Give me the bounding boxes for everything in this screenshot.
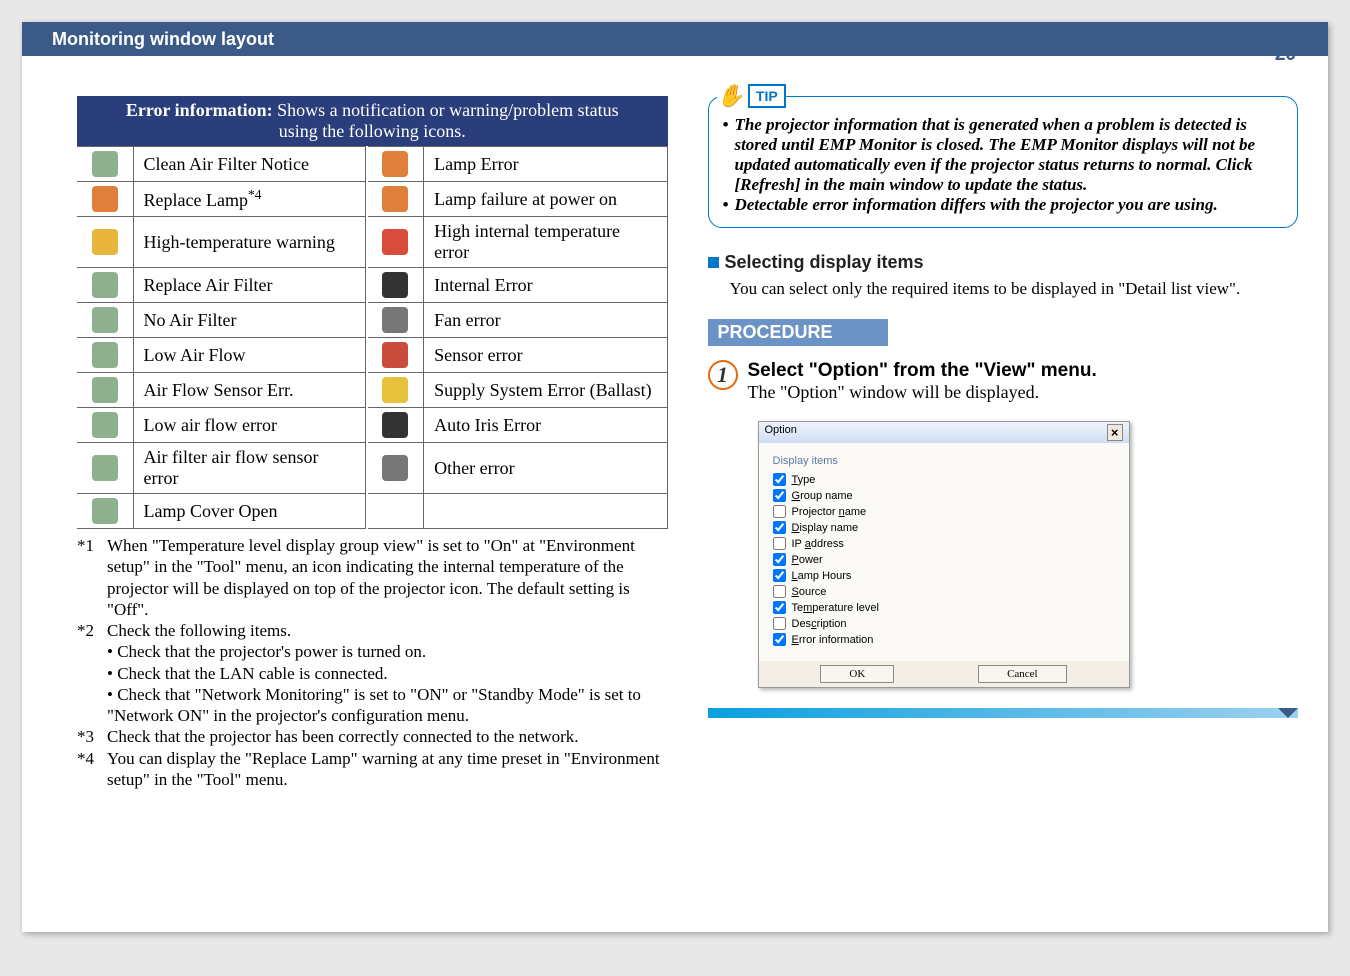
option-item[interactable]: Source [773,585,1115,598]
error-label: Air Flow Sensor Err. [133,373,366,408]
option-checkbox[interactable] [773,553,786,566]
error-label: Lamp failure at power on [424,182,667,217]
error-label: Air filter air flow sensor error [133,443,366,494]
option-label: Type [792,474,816,486]
section-body: You can select only the required items t… [730,279,1299,299]
option-checkbox[interactable] [773,585,786,598]
option-heading: Display items [773,455,1115,467]
option-dialog: Option × Display items Type Group name Pro… [758,421,1130,688]
error-info-table: Clean Air Filter Notice Lamp Error Replace… [77,146,668,529]
error-icon [92,377,118,403]
option-label: Power [792,554,823,566]
error-label: Other error [424,443,667,494]
error-icon [92,307,118,333]
error-label: High internal temperature error [424,217,667,268]
option-item[interactable]: Projector name [773,505,1115,518]
error-icon [92,151,118,177]
option-checkbox[interactable] [773,489,786,502]
option-checkbox[interactable] [773,505,786,518]
option-label: Temperature level [792,602,879,614]
option-item[interactable]: Power [773,553,1115,566]
page-title: Monitoring window layout [22,22,1328,56]
option-label: Lamp Hours [792,570,852,582]
error-icon [92,455,118,481]
option-titlebar: Option × [759,422,1129,443]
option-item[interactable]: Type [773,473,1115,486]
footnotes: *1When "Temperature level display group … [77,535,668,790]
option-checkbox[interactable] [773,617,786,630]
option-checkbox[interactable] [773,521,786,534]
error-label: Replace Lamp*4 [133,182,366,217]
page-number: 20 [1275,44,1296,66]
error-icon [92,498,118,524]
error-icon [92,186,118,212]
option-checkbox[interactable] [773,601,786,614]
option-label: Display name [792,522,859,534]
error-label: Replace Air Filter [133,268,366,303]
option-item[interactable]: Lamp Hours [773,569,1115,582]
right-column: ✋ TIP The projector information that is … [708,96,1299,790]
option-checkbox[interactable] [773,473,786,486]
left-column: Error information: Shows a notification … [77,96,668,790]
page: Monitoring window layout 20 Error inform… [22,22,1328,932]
error-label: High-temperature warning [133,217,366,268]
tip-panel: ✋ TIP The projector information that is … [708,96,1299,228]
triangle-icon [1278,708,1298,718]
error-icon [92,272,118,298]
close-icon[interactable]: × [1107,424,1123,441]
error-label: Low Air Flow [133,338,366,373]
ok-button[interactable]: OK [820,665,894,683]
option-label: Group name [792,490,853,502]
option-item[interactable]: Display name [773,521,1115,534]
option-item[interactable]: Error information [773,633,1115,646]
option-label: IP address [792,538,844,550]
option-label: Projector name [792,506,867,518]
option-label: Error information [792,634,874,646]
option-label: Source [792,586,827,598]
error-icon [92,229,118,255]
error-label: No Air Filter [133,303,366,338]
error-label: Internal Error [424,268,667,303]
error-label: Low air flow error [133,408,366,443]
error-label: Auto Iris Error [424,408,667,443]
cancel-button[interactable]: Cancel [978,665,1067,683]
error-label: Sensor error [424,338,667,373]
error-label: Lamp Cover Open [133,494,366,529]
option-item[interactable]: IP address [773,537,1115,550]
error-info-heading: Error information: Shows a notification … [77,96,668,146]
error-icon [92,342,118,368]
tip-icon: ✋ [717,83,744,109]
error-label: Clean Air Filter Notice [133,147,366,182]
error-label: Fan error [424,303,667,338]
error-label: Lamp Error [424,147,667,182]
step-title: Select "Option" from the "View" menu. [748,360,1097,382]
square-bullet-icon [708,257,719,268]
step-number: 1 [708,360,738,390]
step-subtitle: The "Option" window will be displayed. [748,382,1097,403]
option-checkbox[interactable] [773,633,786,646]
error-icon [92,412,118,438]
option-item[interactable]: Group name [773,489,1115,502]
bottom-rule [708,708,1299,718]
section-heading: Selecting display items [708,252,1299,273]
option-checkbox[interactable] [773,537,786,550]
option-item[interactable]: Description [773,617,1115,630]
step-1: 1 Select "Option" from the "View" menu. … [708,360,1299,403]
procedure-label: PROCEDURE [708,319,888,346]
option-checkbox[interactable] [773,569,786,582]
option-title: Option [765,424,797,441]
option-item[interactable]: Temperature level [773,601,1115,614]
tip-label: TIP [748,84,786,108]
option-label: Description [792,618,847,630]
error-label: Supply System Error (Ballast) [424,373,667,408]
error-label [424,494,667,529]
